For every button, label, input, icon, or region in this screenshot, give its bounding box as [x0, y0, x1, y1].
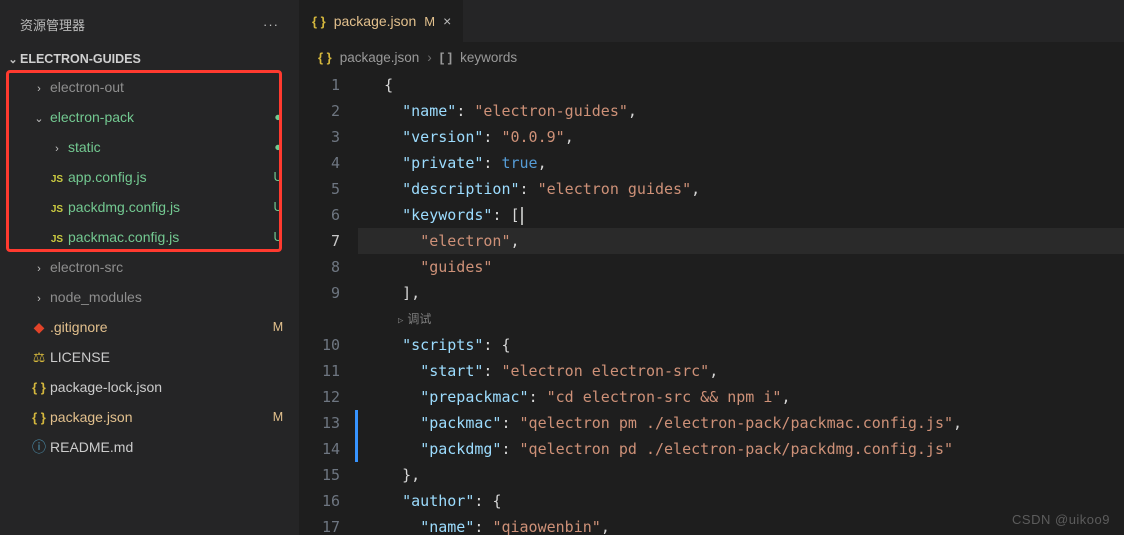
chevron-down-icon: ⌄ — [6, 53, 20, 66]
js-icon: JS — [51, 234, 63, 245]
chevron-down-icon: ⌄ — [32, 112, 46, 125]
play-icon: ▷ — [398, 316, 403, 326]
json-icon: { } — [318, 50, 332, 65]
code-line[interactable]: "version": "0.0.9", — [358, 124, 1124, 150]
tree-item-label: package.json — [50, 409, 269, 425]
tree-item-label: electron-pack — [50, 109, 269, 125]
tree-item-label: README.md — [50, 439, 269, 455]
file-row[interactable]: ⓘREADME.md — [0, 432, 299, 462]
code-line[interactable]: "prepackmac": "cd electron-src && npm i"… — [358, 384, 1124, 410]
project-name: ELECTRON-GUIDES — [20, 52, 141, 66]
close-icon[interactable]: × — [443, 13, 451, 29]
chevron-right-icon: › — [32, 263, 46, 275]
folder-row[interactable]: › electron-src — [0, 252, 299, 282]
tree-item-label: packdmg.config.js — [68, 199, 269, 215]
explorer-header: 资源管理器 ··· — [0, 0, 299, 48]
code-line[interactable]: "guides" — [358, 254, 1124, 280]
debug-codelens[interactable]: ▷调试 — [398, 306, 431, 334]
code-line[interactable]: "electron", — [358, 228, 1124, 254]
tree-item-label: app.config.js — [68, 169, 269, 185]
code-line[interactable]: "scripts": { — [358, 332, 1124, 358]
tab-package-json[interactable]: { } package.json M × — [300, 0, 464, 42]
git-status-badge: U — [269, 170, 287, 184]
info-icon: ⓘ — [32, 439, 46, 455]
code-editor[interactable]: 123456789 1011121314151617 ▷调试 { "name":… — [300, 72, 1124, 535]
breadcrumb-symbol: keywords — [460, 50, 517, 65]
chevron-right-icon: › — [32, 83, 46, 95]
git-status-badge: U — [269, 230, 287, 244]
array-icon: [ ] — [440, 50, 452, 65]
tree-item-label: electron-src — [50, 259, 269, 275]
file-tree: ›electron-out⌄electron-pack●›static●JSap… — [0, 70, 299, 462]
tree-item-label: .gitignore — [50, 319, 269, 335]
project-header[interactable]: ⌄ ELECTRON-GUIDES — [0, 48, 299, 70]
tree-item-label: LICENSE — [50, 349, 269, 365]
explorer-sidebar: 资源管理器 ··· ⌄ ELECTRON-GUIDES › electron-ou… — [0, 0, 300, 535]
js-icon: JS — [51, 174, 63, 185]
code-line[interactable]: "name": "electron-guides", — [358, 98, 1124, 124]
file-row[interactable]: { } package-lock.json — [0, 372, 299, 402]
tree-item-label: electron-out — [50, 79, 269, 95]
watermark: CSDN @uikoo9 — [1012, 512, 1110, 527]
folder-row[interactable]: ›static● — [0, 132, 299, 162]
tree-item-label: package-lock.json — [50, 379, 269, 395]
code-line[interactable]: "name": "qiaowenbin", — [358, 514, 1124, 535]
json-icon: { } — [312, 14, 326, 29]
git-icon: ◆ — [34, 319, 45, 335]
editor-area: { } package.json M × { } package.json › … — [300, 0, 1124, 535]
git-status-badge: M — [269, 320, 287, 334]
code-line[interactable]: "packmac": "qelectron pm ./electron-pack… — [355, 410, 1124, 436]
code-line[interactable]: "author": { — [358, 488, 1124, 514]
code-line[interactable]: "start": "electron electron-src", — [358, 358, 1124, 384]
file-row[interactable]: JS packdmg.config.jsU — [0, 192, 299, 222]
tree-item-label: node_modules — [50, 289, 269, 305]
chevron-right-icon: › — [32, 293, 46, 305]
breadcrumb[interactable]: { } package.json › [ ] keywords — [300, 42, 1124, 72]
explorer-title: 资源管理器 — [20, 15, 85, 34]
code-line[interactable]: "private": true, — [358, 150, 1124, 176]
json-icon: { } — [32, 410, 46, 425]
chevron-right-icon: › — [427, 50, 432, 65]
code-line[interactable]: "packdmg": "qelectron pd ./electron-pack… — [355, 436, 1124, 462]
tab-status: M — [424, 14, 435, 29]
file-row[interactable]: ◆ .gitignoreM — [0, 312, 299, 342]
folder-row[interactable]: › node_modules — [0, 282, 299, 312]
code-line[interactable]: ], — [358, 280, 1124, 306]
line-gutter: 123456789 1011121314151617 — [300, 72, 358, 535]
file-row[interactable]: ⚖LICENSE — [0, 342, 299, 372]
code-line[interactable]: "keywords": [ — [358, 202, 1124, 228]
more-icon[interactable]: ··· — [263, 17, 279, 32]
code-line[interactable]: "description": "electron guides", — [358, 176, 1124, 202]
tab-label: package.json — [334, 13, 417, 29]
file-row[interactable]: { } package.jsonM — [0, 402, 299, 432]
tab-bar: { } package.json M × — [300, 0, 1124, 42]
git-status-badge: U — [269, 200, 287, 214]
folder-row[interactable]: › electron-out — [0, 72, 299, 102]
js-icon: JS — [51, 204, 63, 215]
code-line[interactable]: }, — [358, 462, 1124, 488]
tree-item-label: static — [68, 139, 269, 155]
file-row[interactable]: JS app.config.jsU — [0, 162, 299, 192]
tree-item-label: packmac.config.js — [68, 229, 269, 245]
code-line[interactable]: { — [358, 72, 1124, 98]
license-icon: ⚖ — [33, 349, 46, 365]
breadcrumb-file: package.json — [340, 50, 420, 65]
folder-row[interactable]: ⌄electron-pack● — [0, 102, 299, 132]
chevron-right-icon: › — [50, 143, 64, 155]
file-row[interactable]: JS packmac.config.jsU — [0, 222, 299, 252]
code-content[interactable]: ▷调试 { "name": "electron-guides", "versio… — [358, 72, 1124, 535]
json-icon: { } — [32, 380, 46, 395]
git-status-badge: M — [269, 410, 287, 424]
